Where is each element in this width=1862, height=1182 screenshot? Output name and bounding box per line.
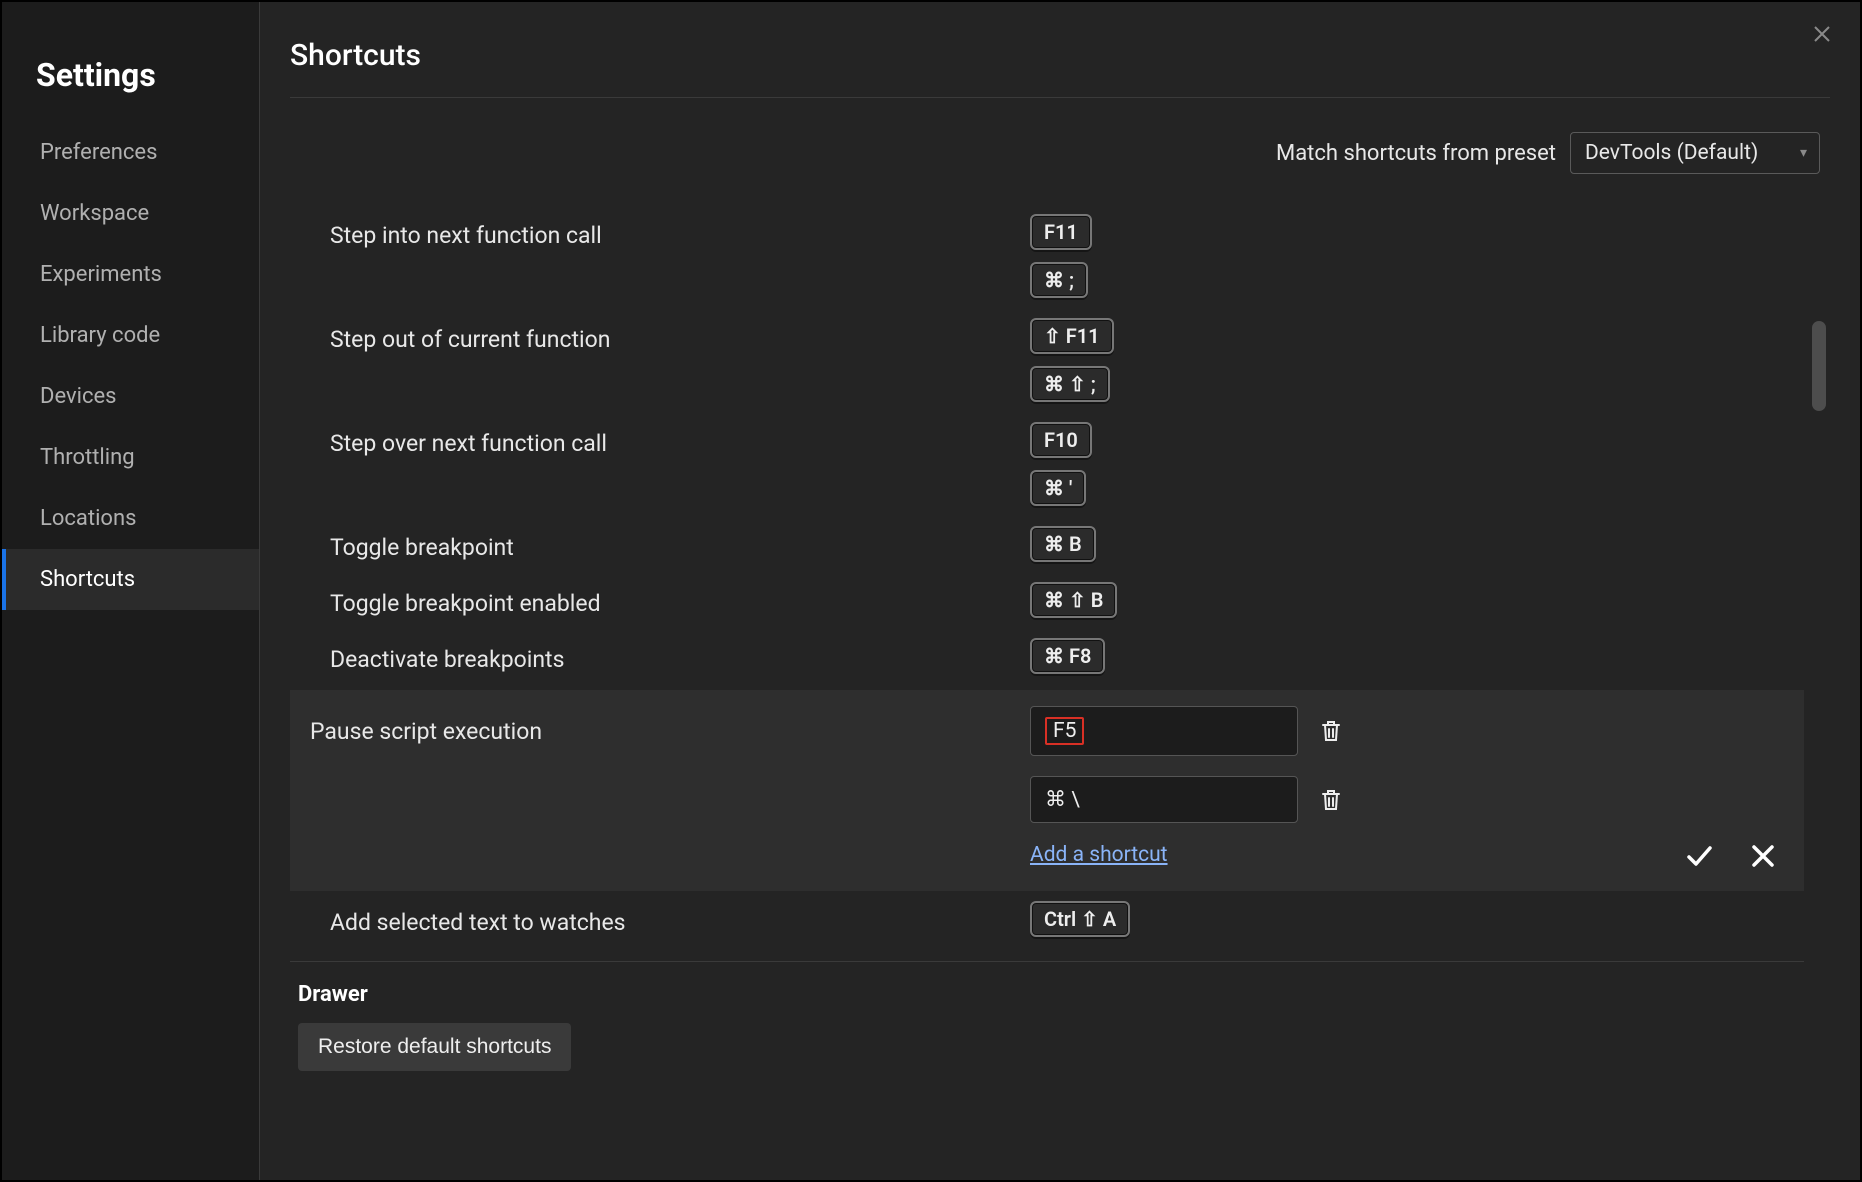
scrollbar-thumb[interactable] <box>1812 321 1826 411</box>
shortcut-row: Toggle breakpoint enabled ⌘ ⇧ B <box>290 572 1804 628</box>
sidebar-title: Settings <box>2 38 259 122</box>
key-chip: ⌘ ' <box>1030 470 1086 506</box>
preset-select-value: DevTools (Default) <box>1585 141 1758 165</box>
shortcut-label: Add selected text to watches <box>290 901 1010 936</box>
cancel-icon[interactable] <box>1746 839 1780 873</box>
key-chip: ⇧ F11 <box>1030 318 1114 354</box>
shortcut-label: Pause script execution <box>290 706 1010 745</box>
preset-label: Match shortcuts from preset <box>1276 141 1556 166</box>
shortcut-label: Toggle breakpoint <box>290 526 1010 561</box>
confirm-icon[interactable] <box>1682 839 1716 873</box>
preset-select[interactable]: DevTools (Default) <box>1570 132 1820 174</box>
sidebar-item-shortcuts[interactable]: Shortcuts <box>2 549 259 610</box>
key-chip: ⌘ ⇧ B <box>1030 582 1117 618</box>
shortcut-row: Add selected text to watches Ctrl ⇧ A <box>290 891 1804 947</box>
scrollbar-track[interactable] <box>1812 216 1826 1172</box>
preset-row: Match shortcuts from preset DevTools (De… <box>290 98 1830 208</box>
sidebar-item-preferences[interactable]: Preferences <box>2 122 259 183</box>
shortcut-label: Deactivate breakpoints <box>290 638 1010 673</box>
shortcut-label: Step over next function call <box>290 422 1010 457</box>
section-header: Drawer <box>290 961 1804 1017</box>
key-chip: Ctrl ⇧ A <box>1030 901 1130 937</box>
key-chip: ⌘ B <box>1030 526 1096 562</box>
shortcut-label: Toggle breakpoint enabled <box>290 582 1010 617</box>
settings-shortcuts-panel: Settings Preferences Workspace Experimen… <box>0 0 1862 1182</box>
key-chip: F11 <box>1030 214 1092 250</box>
sidebar-item-throttling[interactable]: Throttling <box>2 427 259 488</box>
page-title: Shortcuts <box>290 38 1830 98</box>
key-chip: F10 <box>1030 422 1092 458</box>
shortcut-row: Step out of current function ⇧ F11 ⌘ ⇧ ; <box>290 308 1804 412</box>
main-content: Shortcuts Match shortcuts from preset De… <box>260 2 1860 1180</box>
sidebar-item-experiments[interactable]: Experiments <box>2 244 259 305</box>
shortcut-label: Step into next function call <box>290 214 1010 249</box>
sidebar-item-devices[interactable]: Devices <box>2 366 259 427</box>
shortcut-row: Toggle breakpoint ⌘ B <box>290 516 1804 572</box>
shortcut-edit-block: Pause script execution F5 ⌘ \ <box>290 690 1804 891</box>
shortcut-label: Step out of current function <box>290 318 1010 353</box>
restore-defaults-button[interactable]: Restore default shortcuts <box>298 1023 571 1071</box>
key-chip: ⌘ ; <box>1030 262 1088 298</box>
sidebar-item-locations[interactable]: Locations <box>2 488 259 549</box>
key-chip: ⌘ F8 <box>1030 638 1105 674</box>
close-icon[interactable] <box>1808 20 1836 48</box>
settings-sidebar: Settings Preferences Workspace Experimen… <box>2 2 260 1180</box>
trash-icon[interactable] <box>1316 716 1346 746</box>
sidebar-item-library-code[interactable]: Library code <box>2 305 259 366</box>
sidebar-item-workspace[interactable]: Workspace <box>2 183 259 244</box>
key-chip: ⌘ ⇧ ; <box>1030 366 1110 402</box>
shortcut-row: Step over next function call F10 ⌘ ' <box>290 412 1804 516</box>
shortcut-row: Deactivate breakpoints ⌘ F8 <box>290 628 1804 684</box>
shortcut-list: Step F9 Step into next function call F11… <box>290 208 1804 1180</box>
shortcut-input[interactable]: F5 <box>1030 706 1298 756</box>
add-shortcut-link[interactable]: Add a shortcut <box>1030 843 1168 867</box>
trash-icon[interactable] <box>1316 785 1346 815</box>
shortcut-input[interactable]: ⌘ \ <box>1030 776 1298 823</box>
shortcut-row: Step into next function call F11 ⌘ ; <box>290 208 1804 308</box>
